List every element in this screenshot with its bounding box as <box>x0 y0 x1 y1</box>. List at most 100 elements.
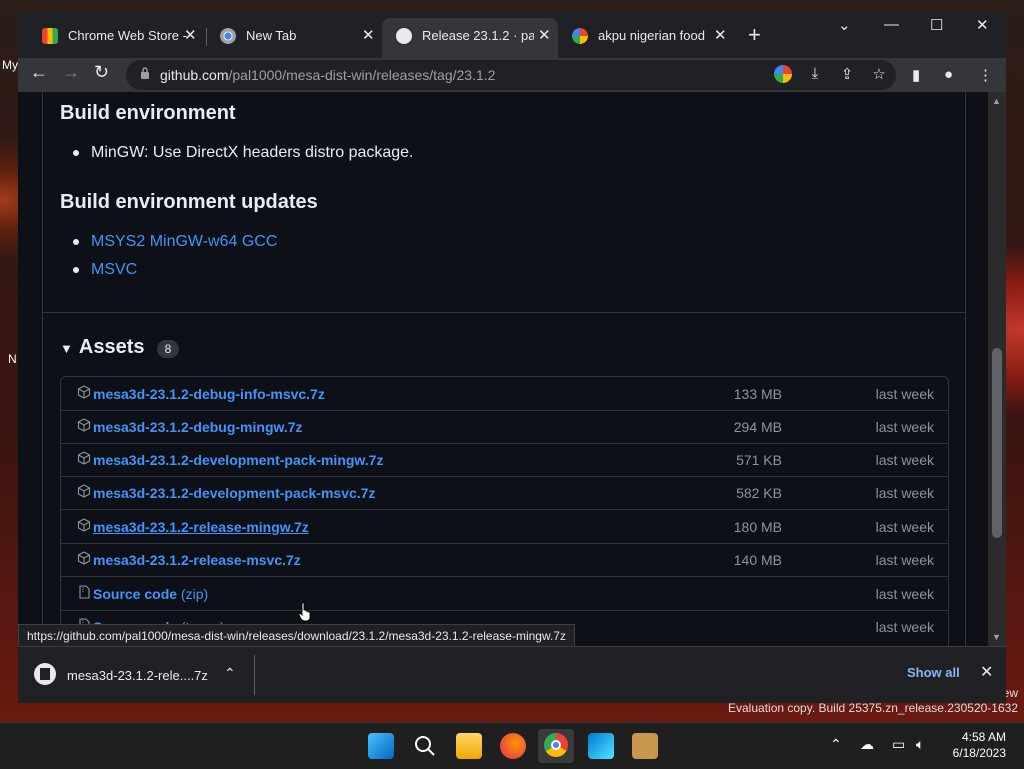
package-icon <box>77 418 91 432</box>
volume-icon[interactable]: 🔈︎ <box>916 736 924 753</box>
scroll-up-arrow-icon: ▲ <box>992 96 1001 106</box>
back-arrow-icon[interactable]: ← <box>30 62 48 83</box>
network-icon[interactable]: ▭ <box>892 736 905 753</box>
share-icon[interactable]: ⇪ <box>838 65 856 83</box>
github-release-page: Build environment MinGW: Use DirectX hea… <box>18 92 988 646</box>
assets-count-badge: 8 <box>157 340 179 358</box>
new-tab-button[interactable]: + <box>748 22 761 48</box>
asset-link[interactable]: mesa3d-23.1.2-release-msvc.7z <box>93 552 301 568</box>
chevron-up-icon[interactable]: ⌃ <box>224 665 236 682</box>
url-text: github.com/pal1000/mesa-dist-win/release… <box>160 67 496 83</box>
tab-new-tab[interactable]: New Tab ✕ <box>206 22 382 50</box>
assets-table: mesa3d-23.1.2-debug-info-msvc.7z 133 MB … <box>60 376 949 646</box>
asset-date: last week <box>875 552 934 568</box>
firefox-icon[interactable] <box>500 733 526 759</box>
package-app-icon[interactable] <box>632 733 658 759</box>
tab-label: akpu nigerian food - <box>598 28 708 43</box>
asset-size: 582 KB <box>736 485 782 501</box>
google-lens-icon[interactable] <box>774 65 792 83</box>
menu-kebab-icon[interactable]: ⋮ <box>978 66 993 84</box>
asset-row[interactable]: Source code (zip) last week <box>61 577 948 611</box>
close-icon[interactable]: ✕ <box>184 26 197 44</box>
download-shelf: mesa3d-23.1.2-rele....7z ⌃ Show all ✕ <box>18 646 1006 703</box>
bookmark-star-icon[interactable]: ☆ <box>870 65 888 83</box>
close-icon[interactable]: ✕ <box>362 26 375 44</box>
divider <box>43 312 965 313</box>
tab-search-chevron-icon[interactable]: ⌄ <box>838 16 851 34</box>
asset-row[interactable]: mesa3d-23.1.2-development-pack-msvc.7z 5… <box>61 476 948 510</box>
assets-toggle[interactable]: ▼ Assets <box>60 336 144 359</box>
github-icon <box>396 28 412 44</box>
minimize-icon[interactable]: — <box>884 16 899 33</box>
tab-label: Release 23.1.2 · pal10 <box>422 28 534 43</box>
asset-link[interactable]: mesa3d-23.1.2-release-mingw.7z <box>93 519 309 535</box>
asset-size: 133 MB <box>733 386 782 402</box>
package-icon <box>77 551 91 565</box>
clock-date: 6/18/2023 <box>952 746 1006 760</box>
package-icon <box>77 518 91 532</box>
asset-size: 180 MB <box>733 519 782 535</box>
page-scrollbar[interactable]: ▲ ▼ <box>988 92 1006 646</box>
desktop-label: N <box>8 352 17 366</box>
hand-cursor-icon <box>298 602 311 622</box>
asset-row[interactable]: mesa3d-23.1.2-release-mingw.7z 180 MB la… <box>61 510 948 544</box>
tab-chrome-web-store[interactable]: Chrome Web Store - ✕ <box>28 22 204 50</box>
asset-row[interactable]: mesa3d-23.1.2-debug-info-msvc.7z 133 MB … <box>61 377 948 411</box>
asset-link[interactable]: mesa3d-23.1.2-development-pack-mingw.7z <box>93 452 383 468</box>
asset-date: last week <box>875 386 934 402</box>
network-off-icon[interactable]: ☁ <box>860 736 874 753</box>
caret-down-icon: ▼ <box>60 341 73 356</box>
chevron-up-icon[interactable]: ⌃ <box>830 736 842 753</box>
link-status-bubble: https://github.com/pal1000/mesa-dist-win… <box>18 624 575 648</box>
asset-row[interactable]: mesa3d-23.1.2-development-pack-mingw.7z … <box>61 443 948 477</box>
asset-date: last week <box>875 452 934 468</box>
maximize-icon[interactable]: ☐ <box>930 16 943 34</box>
download-item[interactable]: mesa3d-23.1.2-rele....7z ⌃ <box>30 657 248 693</box>
close-icon[interactable]: ✕ <box>714 26 727 44</box>
chrome-taskbar-button[interactable] <box>538 729 574 763</box>
asset-link[interactable]: mesa3d-23.1.2-debug-info-msvc.7z <box>93 386 325 402</box>
side-panel-icon[interactable]: ▮ <box>912 66 920 84</box>
reload-icon[interactable]: ↻ <box>94 62 109 83</box>
browser-toolbar: ← → ↻ github.com/pal1000/mesa-dist-win/r… <box>18 58 1006 92</box>
tab-google-search[interactable]: akpu nigerian food - ✕ <box>558 22 734 50</box>
asset-date: last week <box>875 419 934 435</box>
release-card: Build environment MinGW: Use DirectX hea… <box>42 92 966 646</box>
asset-date: last week <box>875 485 934 501</box>
show-all-button[interactable]: Show all <box>907 665 960 680</box>
close-download-shelf-icon[interactable]: ✕ <box>980 662 993 682</box>
asset-row[interactable]: mesa3d-23.1.2-debug-mingw.7z 294 MB last… <box>61 410 948 444</box>
package-icon <box>77 451 91 465</box>
lock-icon <box>141 67 149 79</box>
tab-github-release[interactable]: Release 23.1.2 · pal10 ✕ <box>382 18 558 58</box>
close-icon[interactable]: ✕ <box>538 26 551 44</box>
asset-row[interactable]: mesa3d-23.1.2-release-msvc.7z 140 MB las… <box>61 543 948 577</box>
asset-date: last week <box>875 586 934 602</box>
taskbar-clock[interactable]: 4:58 AM 6/18/2023 <box>948 729 1006 761</box>
asset-link[interactable]: mesa3d-23.1.2-development-pack-msvc.7z <box>93 485 375 501</box>
scrollbar-thumb[interactable] <box>992 348 1002 538</box>
search-icon[interactable] <box>412 733 438 759</box>
tab-label: New Tab <box>246 28 297 43</box>
divider <box>254 655 255 695</box>
tab-strip: Chrome Web Store - ✕ New Tab ✕ Release 2… <box>18 12 1006 58</box>
microsoft-store-icon[interactable] <box>588 733 614 759</box>
asset-link[interactable]: mesa3d-23.1.2-debug-mingw.7z <box>93 419 303 435</box>
archive-file-icon <box>34 663 56 685</box>
asset-size: 140 MB <box>733 552 782 568</box>
start-windows-icon[interactable] <box>368 733 394 759</box>
desktop-label: My <box>2 58 18 72</box>
chrome-icon <box>220 28 236 44</box>
asset-link[interactable]: Source code (zip) <box>93 586 208 602</box>
asset-size: 571 KB <box>736 452 782 468</box>
section-heading: Build environment updates <box>60 191 318 213</box>
profile-icon[interactable]: ● <box>944 66 953 83</box>
window-close-icon[interactable]: ✕ <box>976 16 989 34</box>
file-explorer-icon[interactable] <box>456 733 482 759</box>
forward-arrow-icon[interactable]: → <box>62 62 80 83</box>
package-icon <box>77 484 91 498</box>
scroll-down-arrow-icon: ▼ <box>992 632 1001 642</box>
watermark-line: Evaluation copy. Build 25375.zn_release.… <box>728 701 1018 715</box>
address-bar[interactable]: github.com/pal1000/mesa-dist-win/release… <box>126 60 896 90</box>
install-app-icon[interactable]: ⤓ <box>806 65 824 83</box>
